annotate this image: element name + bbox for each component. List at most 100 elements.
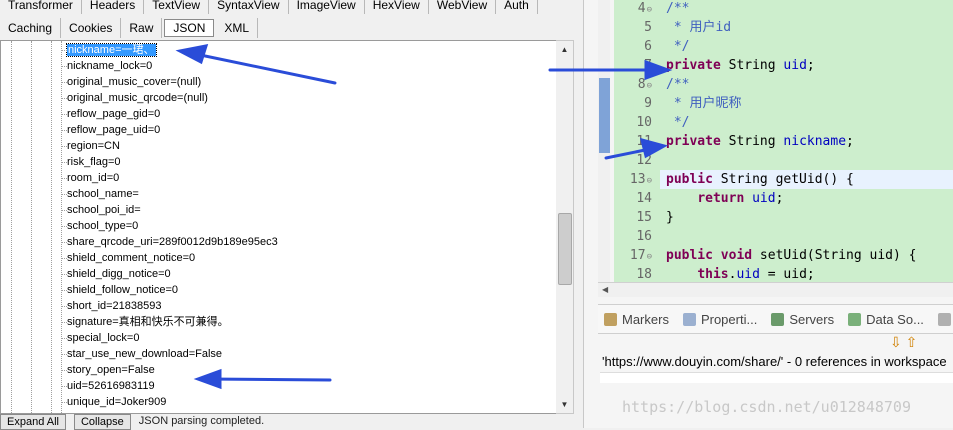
tab-cookies[interactable]: Cookies bbox=[61, 18, 122, 38]
tree-node[interactable]: school_poi_id= bbox=[61, 202, 141, 218]
view-tab-data[interactable]: Data So... bbox=[848, 312, 924, 327]
tab-webview[interactable]: WebView bbox=[429, 0, 497, 14]
data-source-icon bbox=[848, 312, 862, 326]
view-tab-markers[interactable]: Markers bbox=[604, 312, 669, 327]
navigation-arrows-icon[interactable]: ⇩ ⇧ bbox=[890, 334, 917, 351]
tree-node[interactable]: school_name= bbox=[61, 186, 139, 202]
tree-node[interactable]: signature=真相和快乐不可兼得。 bbox=[61, 314, 229, 330]
view-tab-sn[interactable]: Sn bbox=[937, 312, 953, 327]
tree-node[interactable]: original_music_cover=(null) bbox=[60, 74, 202, 90]
json-tree[interactable]: nickname=一珺、 nickname_lock=0 original_musi… bbox=[0, 40, 558, 414]
code-token: uid bbox=[736, 267, 760, 282]
tree-node[interactable]: share_qrcode_uri=289f0012d9b189e95ec3 bbox=[61, 234, 278, 250]
code-line[interactable]: /** bbox=[666, 75, 689, 94]
code-line[interactable]: } bbox=[666, 208, 674, 227]
line-number-text: 18 bbox=[636, 267, 652, 282]
code-line[interactable]: * 用户id bbox=[666, 18, 731, 37]
inspector-tabs-bottom: Caching Cookies Raw JSON XML bbox=[0, 18, 259, 38]
tab-transformer[interactable]: Transformer bbox=[0, 0, 82, 14]
tab-headers[interactable]: Headers bbox=[82, 0, 145, 14]
view-tab-props[interactable]: Properti... bbox=[682, 311, 758, 327]
tree-node-label: original_music_cover=(null) bbox=[67, 76, 202, 88]
tab-caching[interactable]: Caching bbox=[0, 18, 62, 38]
code-line[interactable]: private String nickname; bbox=[666, 132, 854, 151]
code-line[interactable]: return uid; bbox=[666, 189, 783, 208]
tree-node[interactable]: shield_digg_notice=0 bbox=[61, 266, 171, 282]
tab-imageview[interactable]: ImageView bbox=[289, 0, 365, 14]
code-line[interactable]: public String getUid() { bbox=[660, 170, 953, 189]
tree-scrollbar[interactable]: ▲ ▼ bbox=[556, 40, 574, 414]
tree-node[interactable]: uid=52616983119 bbox=[61, 378, 155, 394]
tab-auth[interactable]: Auth bbox=[496, 0, 538, 14]
code-token: public bbox=[666, 172, 713, 187]
tree-node[interactable]: school_type=0 bbox=[60, 218, 138, 234]
tree-node[interactable]: risk_flag=0 bbox=[61, 154, 121, 170]
fold-toggle-icon[interactable]: ⊖ bbox=[647, 81, 652, 91]
tab-xml[interactable]: XML bbox=[216, 18, 259, 38]
properties-icon bbox=[682, 312, 696, 326]
tree-node[interactable]: nickname=一珺、 bbox=[61, 42, 157, 58]
tree-node-label: share_qrcode_uri=289f0012d9b189e95ec3 bbox=[67, 236, 278, 248]
tab-raw[interactable]: Raw bbox=[121, 18, 163, 38]
code-line[interactable]: */ bbox=[666, 37, 690, 56]
line-number: 18 bbox=[614, 265, 652, 282]
code-token: nickname bbox=[783, 134, 847, 149]
tree-node-label: short_id=21838593 bbox=[67, 300, 162, 312]
code-line[interactable]: */ bbox=[666, 113, 690, 132]
fold-toggle-icon[interactable]: ⊖ bbox=[647, 176, 652, 186]
tab-syntaxview[interactable]: SyntaxView bbox=[209, 0, 289, 14]
code-token: */ bbox=[666, 115, 690, 130]
tree-node-label: school_poi_id= bbox=[67, 204, 141, 216]
code-line[interactable]: /** bbox=[666, 0, 689, 18]
snippets-icon bbox=[937, 312, 951, 326]
tree-node[interactable]: shield_follow_notice=0 bbox=[61, 282, 178, 298]
code-editor[interactable]: 4⊖/** 5 * 用户id 6 */7 private String uid; 8⊖ /… bbox=[614, 0, 953, 282]
inspector-pane: Transformer Headers TextView SyntaxView Imag… bbox=[0, 0, 584, 430]
scroll-down-icon[interactable]: ▼ bbox=[556, 396, 573, 413]
tab-hexview[interactable]: HexView bbox=[365, 0, 429, 14]
view-tab-label: Markers bbox=[622, 311, 669, 327]
code-line[interactable]: this.uid = uid; bbox=[666, 265, 814, 282]
code-token: ; bbox=[806, 58, 815, 73]
line-number: 11 bbox=[614, 132, 652, 151]
code-line[interactable]: * 用户昵称 bbox=[666, 94, 742, 113]
tab-json[interactable]: JSON bbox=[164, 19, 215, 37]
tree-node[interactable]: short_id=21838593 bbox=[61, 298, 162, 314]
line-number: 7 bbox=[614, 56, 652, 75]
tree-node[interactable]: unique_id=Joker909 bbox=[60, 394, 166, 410]
tab-textview[interactable]: TextView bbox=[144, 0, 210, 14]
tree-node[interactable]: story_open=False bbox=[61, 362, 155, 378]
tree-node[interactable]: special_lock=0 bbox=[60, 330, 139, 346]
servers-icon bbox=[771, 312, 785, 326]
line-number-text: 16 bbox=[636, 229, 652, 244]
line-number-text: 13 bbox=[629, 172, 646, 187]
code-token: private bbox=[666, 58, 721, 73]
editor-hscrollbar[interactable]: ◀ bbox=[598, 282, 953, 297]
view-tab-label: Properti... bbox=[700, 311, 758, 327]
code-line[interactable]: private String uid; bbox=[666, 56, 815, 75]
scroll-left-icon[interactable]: ◀ bbox=[602, 285, 608, 294]
tree-node[interactable]: star_use_new_download=False bbox=[60, 346, 223, 362]
line-number-text: 4 bbox=[637, 1, 646, 16]
line-number: 16 bbox=[614, 227, 652, 246]
tree-node[interactable]: shield_comment_notice=0 bbox=[60, 250, 195, 266]
tree-node[interactable]: room_id=0 bbox=[60, 170, 119, 186]
scroll-up-icon[interactable]: ▲ bbox=[556, 41, 573, 58]
code-token: /** bbox=[666, 77, 690, 92]
line-number-text: 6 bbox=[644, 39, 652, 54]
line-number: 15 bbox=[614, 208, 652, 227]
tree-node[interactable]: nickname_lock=0 bbox=[60, 58, 152, 74]
fold-toggle-icon[interactable]: ⊖ bbox=[647, 252, 652, 262]
view-tab-servers[interactable]: Servers bbox=[771, 312, 834, 327]
tree-node[interactable]: original_music_qrcode=(null) bbox=[61, 90, 208, 106]
scroll-thumb[interactable] bbox=[558, 213, 572, 285]
code-token: } bbox=[666, 210, 674, 225]
tree-node-label: star_use_new_download=False bbox=[67, 348, 223, 360]
tree-node[interactable]: reflow_page_uid=0 bbox=[60, 122, 160, 138]
fold-toggle-icon[interactable]: ⊖ bbox=[647, 5, 652, 15]
tree-node[interactable]: reflow_page_gid=0 bbox=[60, 106, 160, 122]
code-line[interactable]: public void setUid(String uid) { bbox=[666, 246, 916, 265]
search-results-list[interactable] bbox=[600, 372, 953, 383]
tree-node[interactable]: region=CN bbox=[61, 138, 120, 154]
